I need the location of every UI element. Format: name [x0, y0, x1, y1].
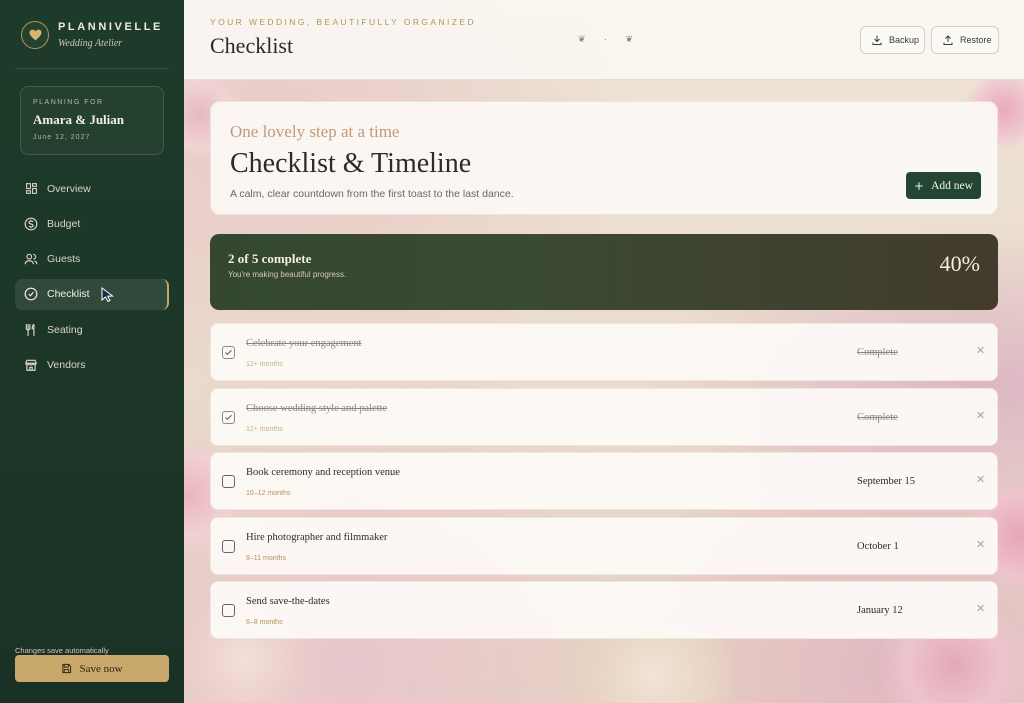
add-new-button[interactable]: Add new — [906, 172, 981, 199]
sidebar-item-label: Overview — [47, 182, 91, 195]
store-icon — [24, 358, 38, 372]
check-icon — [225, 414, 232, 420]
backup-label: Backup — [889, 35, 920, 45]
task-row: Book ceremony and reception venue 10–12 … — [210, 452, 998, 510]
task-checkbox[interactable] — [222, 410, 235, 424]
task-title[interactable]: Book ceremony and reception venue — [246, 467, 400, 478]
main-content: YOUR WEDDING, BEAUTIFULLY ORGANIZED Chec… — [184, 0, 1024, 703]
task-title[interactable]: Hire photographer and filmmaker — [246, 532, 387, 543]
delete-task-icon[interactable]: ✕ — [976, 602, 985, 615]
sidebar-item-overview[interactable]: Overview — [15, 173, 169, 204]
users-icon — [24, 252, 38, 266]
task-date: Complete — [857, 347, 898, 358]
brand-subtitle: Wedding Atelier — [58, 38, 123, 49]
planning-card: PLANNING FOR Amara & Julian June 12, 202… — [20, 86, 164, 155]
check-circle-icon — [24, 287, 38, 301]
save-now-button[interactable]: Save now — [15, 655, 169, 682]
progress-percent: 40% — [939, 251, 980, 276]
task-timeframe: 10–12 months — [246, 490, 291, 497]
couple-names: Amara & Julian — [33, 112, 124, 127]
dollar-icon — [24, 217, 38, 231]
task-row: Send save-the-dates 6–8 months January 1… — [210, 581, 998, 639]
plus-icon — [914, 181, 924, 191]
delete-task-icon[interactable]: ✕ — [976, 409, 985, 422]
task-timeframe: 12+ months — [246, 425, 283, 433]
add-new-label: Add new — [931, 179, 973, 192]
task-timeframe: 6–8 months — [246, 619, 283, 626]
page-eyebrow: YOUR WEDDING, BEAUTIFULLY ORGANIZED — [210, 17, 476, 27]
task-checkbox[interactable] — [222, 475, 235, 488]
planning-label: PLANNING FOR — [33, 99, 104, 106]
sidebar-item-checklist[interactable]: Checklist — [15, 278, 169, 310]
sidebar-item-label: Checklist — [47, 288, 90, 301]
hero-title: Checklist & Timeline — [230, 148, 472, 179]
task-timeframe: 12+ months — [246, 361, 283, 368]
hero-subtitle: A calm, clear countdown from the first t… — [230, 188, 514, 200]
mouse-cursor-icon — [101, 286, 114, 305]
task-row: Choose wedding style and palette 12+ mon… — [210, 387, 998, 446]
delete-task-icon[interactable]: ✕ — [976, 538, 985, 551]
page-title: Checklist — [210, 33, 294, 58]
task-date: January 12 — [857, 605, 903, 616]
task-title[interactable]: Choose wedding style and palette — [246, 403, 387, 414]
download-icon — [871, 34, 883, 46]
sidebar-item-budget[interactable]: Budget — [15, 208, 169, 239]
utensils-icon — [24, 323, 38, 337]
ornament: ❦ · ❦ — [578, 34, 642, 44]
task-row: Hire photographer and filmmaker 9–11 mon… — [210, 516, 998, 575]
delete-task-icon[interactable]: ✕ — [976, 473, 985, 486]
restore-label: Restore — [960, 35, 992, 45]
task-checkbox[interactable] — [222, 604, 235, 617]
sidebar: PLANNIVELLE Wedding Atelier PLANNING FOR… — [0, 0, 184, 703]
task-date: October 1 — [857, 540, 899, 552]
progress-title: 2 of 5 complete — [228, 251, 312, 266]
task-title[interactable]: Send save-the-dates — [246, 596, 330, 607]
sidebar-item-label: Vendors — [47, 358, 86, 371]
delete-task-icon[interactable]: ✕ — [976, 344, 985, 357]
progress-card: 2 of 5 complete You're making beautiful … — [210, 234, 998, 310]
grid-icon — [24, 182, 38, 196]
sidebar-item-label: Budget — [47, 217, 81, 230]
restore-button[interactable]: Restore — [931, 26, 999, 54]
brand-name: PLANNIVELLE — [58, 21, 163, 33]
autosave-note: Changes save automatically — [15, 646, 109, 655]
task-row: Celebrate your engagement 12+ months Com… — [210, 323, 998, 381]
sidebar-item-vendors[interactable]: Vendors — [15, 349, 169, 380]
hero-kicker: One lovely step at a time — [230, 122, 400, 141]
sidebar-item-guests[interactable]: Guests — [15, 244, 169, 275]
progress-subtitle: You're making beautiful progress. — [228, 270, 347, 279]
wedding-date: June 12, 2027 — [33, 134, 91, 141]
sidebar-nav: Overview Budget Guests Checklist Seating… — [15, 173, 169, 385]
backup-button[interactable]: Backup — [860, 26, 925, 54]
task-list: Celebrate your engagement 12+ months Com… — [210, 323, 998, 646]
sidebar-item-label: Seating — [47, 323, 83, 336]
task-timeframe: 9–11 months — [246, 554, 286, 562]
task-date: Complete — [857, 411, 898, 423]
task-checkbox[interactable] — [222, 346, 235, 359]
upload-icon — [942, 34, 954, 46]
hero-card: One lovely step at a time Checklist & Ti… — [210, 101, 998, 215]
check-icon — [225, 349, 232, 356]
heart-logo-icon — [21, 21, 49, 49]
brand[interactable]: PLANNIVELLE Wedding Atelier — [21, 21, 163, 49]
top-bar: YOUR WEDDING, BEAUTIFULLY ORGANIZED Chec… — [184, 0, 1024, 80]
sidebar-divider — [15, 68, 169, 69]
save-icon — [61, 663, 72, 674]
sidebar-item-seating[interactable]: Seating — [15, 314, 169, 345]
task-date: September 15 — [857, 476, 916, 487]
save-now-label: Save now — [79, 662, 123, 675]
task-checkbox[interactable] — [222, 539, 235, 553]
sidebar-item-label: Guests — [47, 253, 81, 266]
task-title[interactable]: Celebrate your engagement — [246, 338, 361, 349]
